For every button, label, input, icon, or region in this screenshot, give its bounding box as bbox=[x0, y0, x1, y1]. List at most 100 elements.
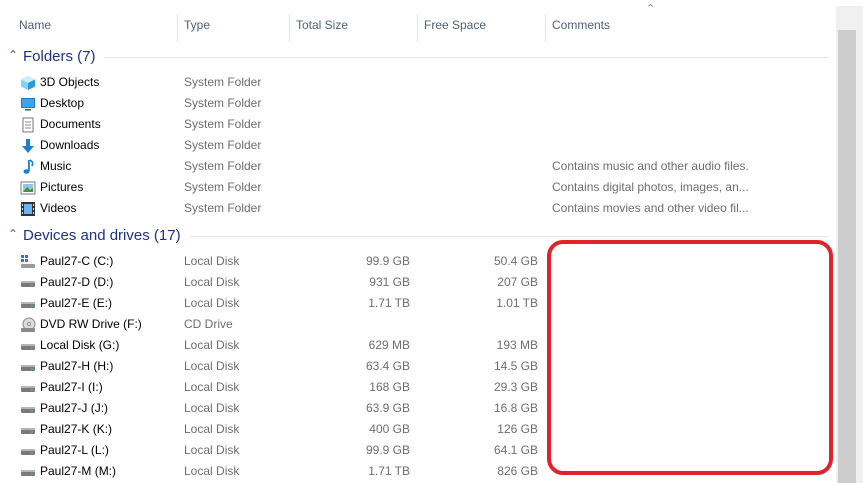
folder-row[interactable]: Pictures System Folder Contains digital ph… bbox=[0, 177, 836, 198]
folder-row[interactable]: Documents System Folder bbox=[0, 114, 836, 135]
folder-type: System Folder bbox=[184, 180, 262, 194]
drive-type: Local Disk bbox=[184, 254, 240, 268]
drive-name: Paul27-E (E:) bbox=[40, 296, 113, 310]
folder-row[interactable]: Music System Folder Contains music and oth… bbox=[0, 156, 836, 177]
hard-drive-icon bbox=[20, 275, 36, 291]
hard-drive-icon bbox=[20, 359, 36, 375]
drive-type: Local Disk bbox=[184, 338, 240, 352]
chevron-up-icon[interactable]: ⌃ bbox=[8, 227, 18, 241]
drive-name: Paul27-I (I:) bbox=[40, 380, 103, 394]
drive-free: 16.8 GB bbox=[493, 401, 538, 415]
column-divider[interactable] bbox=[417, 14, 418, 42]
drive-name: Local Disk (G:) bbox=[40, 338, 120, 352]
drive-total: 400 GB bbox=[369, 422, 410, 436]
videos-icon bbox=[20, 201, 36, 217]
group-divider bbox=[190, 236, 828, 237]
drive-free: 50.4 GB bbox=[493, 254, 538, 268]
column-divider[interactable] bbox=[177, 14, 178, 42]
drive-free: 14.5 GB bbox=[493, 359, 538, 373]
column-total-size[interactable]: Total Size bbox=[296, 6, 348, 44]
drive-free: 826 GB bbox=[497, 464, 538, 478]
column-comments[interactable]: Comments bbox=[552, 6, 610, 44]
drive-type: Local Disk bbox=[184, 359, 240, 373]
folder-name: 3D Objects bbox=[40, 75, 100, 89]
group-title: Folders (7) bbox=[23, 48, 96, 65]
folder-name: Music bbox=[40, 159, 72, 173]
drive-free: 1.01 TB bbox=[496, 296, 538, 310]
group-header-folders[interactable]: ⌃ Folders (7) bbox=[0, 46, 836, 68]
hard-drive-icon bbox=[20, 443, 36, 459]
drive-name: Paul27-L (L:) bbox=[40, 443, 109, 457]
folder-row[interactable]: 3D Objects System Folder bbox=[0, 72, 836, 93]
drive-free: 207 GB bbox=[497, 275, 538, 289]
hard-drive-icon bbox=[20, 464, 36, 480]
system-drive-icon bbox=[20, 254, 36, 270]
drive-name: Paul27-C (C:) bbox=[40, 254, 114, 268]
downloads-icon bbox=[20, 138, 36, 154]
column-header: Name Type Total Size Free Space Comments… bbox=[0, 3, 836, 44]
drive-name: Paul27-J (J:) bbox=[40, 401, 109, 415]
column-free-space[interactable]: Free Space bbox=[424, 6, 486, 44]
red-highlight-box bbox=[547, 240, 833, 475]
drive-type: Local Disk bbox=[184, 422, 240, 436]
folder-name: Documents bbox=[40, 117, 101, 131]
folder-type: System Folder bbox=[184, 201, 262, 215]
drive-type: Local Disk bbox=[184, 401, 240, 415]
column-divider[interactable] bbox=[545, 14, 546, 42]
column-type[interactable]: Type bbox=[184, 6, 210, 44]
scrollbar-thumb[interactable] bbox=[838, 30, 856, 483]
drive-total: 63.4 GB bbox=[365, 359, 410, 373]
folder-name: Downloads bbox=[40, 138, 100, 152]
column-divider[interactable] bbox=[289, 14, 290, 42]
folder-row[interactable]: Downloads System Folder bbox=[0, 135, 836, 156]
hard-drive-icon bbox=[20, 296, 36, 312]
drive-name: Paul27-D (D:) bbox=[40, 275, 114, 289]
drive-type: Local Disk bbox=[184, 380, 240, 394]
drive-free: 64.1 GB bbox=[493, 443, 538, 457]
drive-type: CD Drive bbox=[184, 317, 233, 331]
drive-name: Paul27-H (H:) bbox=[40, 359, 114, 373]
folder-comment: Contains music and other audio files. bbox=[552, 159, 749, 173]
drive-total: 1.71 TB bbox=[368, 464, 410, 478]
column-name[interactable]: Name bbox=[19, 6, 51, 44]
3d-objects-icon bbox=[20, 75, 36, 91]
documents-icon bbox=[20, 117, 36, 133]
drive-name: Paul27-K (K:) bbox=[40, 422, 113, 436]
drive-total: 99.9 GB bbox=[365, 443, 410, 457]
drive-type: Local Disk bbox=[184, 275, 240, 289]
drive-total: 99.9 GB bbox=[365, 254, 410, 268]
drive-total: 931 GB bbox=[369, 275, 410, 289]
drive-total: 1.71 TB bbox=[368, 296, 410, 310]
folder-comment: Contains movies and other video fil... bbox=[552, 201, 749, 215]
drive-type: Local Disk bbox=[184, 464, 240, 478]
folder-type: System Folder bbox=[184, 138, 262, 152]
hard-drive-icon bbox=[20, 401, 36, 417]
sort-up-icon: ⌃ bbox=[646, 3, 656, 15]
drive-type: Local Disk bbox=[184, 443, 240, 457]
folder-comment: Contains digital photos, images, an... bbox=[552, 180, 749, 194]
drive-type: Local Disk bbox=[184, 296, 240, 310]
folder-row[interactable]: Desktop System Folder bbox=[0, 93, 836, 114]
dvd-drive-icon bbox=[20, 317, 36, 333]
folder-type: System Folder bbox=[184, 159, 262, 173]
chevron-up-icon[interactable]: ⌃ bbox=[8, 48, 18, 62]
folder-name: Videos bbox=[40, 201, 77, 215]
drive-free: 193 MB bbox=[496, 338, 538, 352]
pictures-icon bbox=[20, 180, 36, 196]
drive-total: 168 GB bbox=[369, 380, 410, 394]
hard-drive-icon bbox=[20, 380, 36, 396]
folder-name: Pictures bbox=[40, 180, 84, 194]
folder-name: Desktop bbox=[40, 96, 85, 110]
drive-free: 29.3 GB bbox=[493, 380, 538, 394]
drive-total: 63.9 GB bbox=[365, 401, 410, 415]
drive-name: Paul27-M (M:) bbox=[40, 464, 117, 478]
drive-name: DVD RW Drive (F:) bbox=[40, 317, 142, 331]
folder-type: System Folder bbox=[184, 117, 262, 131]
desktop-icon bbox=[20, 96, 36, 112]
group-title: Devices and drives (17) bbox=[23, 227, 181, 244]
group-divider bbox=[104, 57, 828, 58]
folder-row[interactable]: Videos System Folder Contains movies and o… bbox=[0, 198, 836, 219]
hard-drive-icon bbox=[20, 422, 36, 438]
drive-total: 629 MB bbox=[368, 338, 410, 352]
music-icon bbox=[20, 159, 36, 175]
